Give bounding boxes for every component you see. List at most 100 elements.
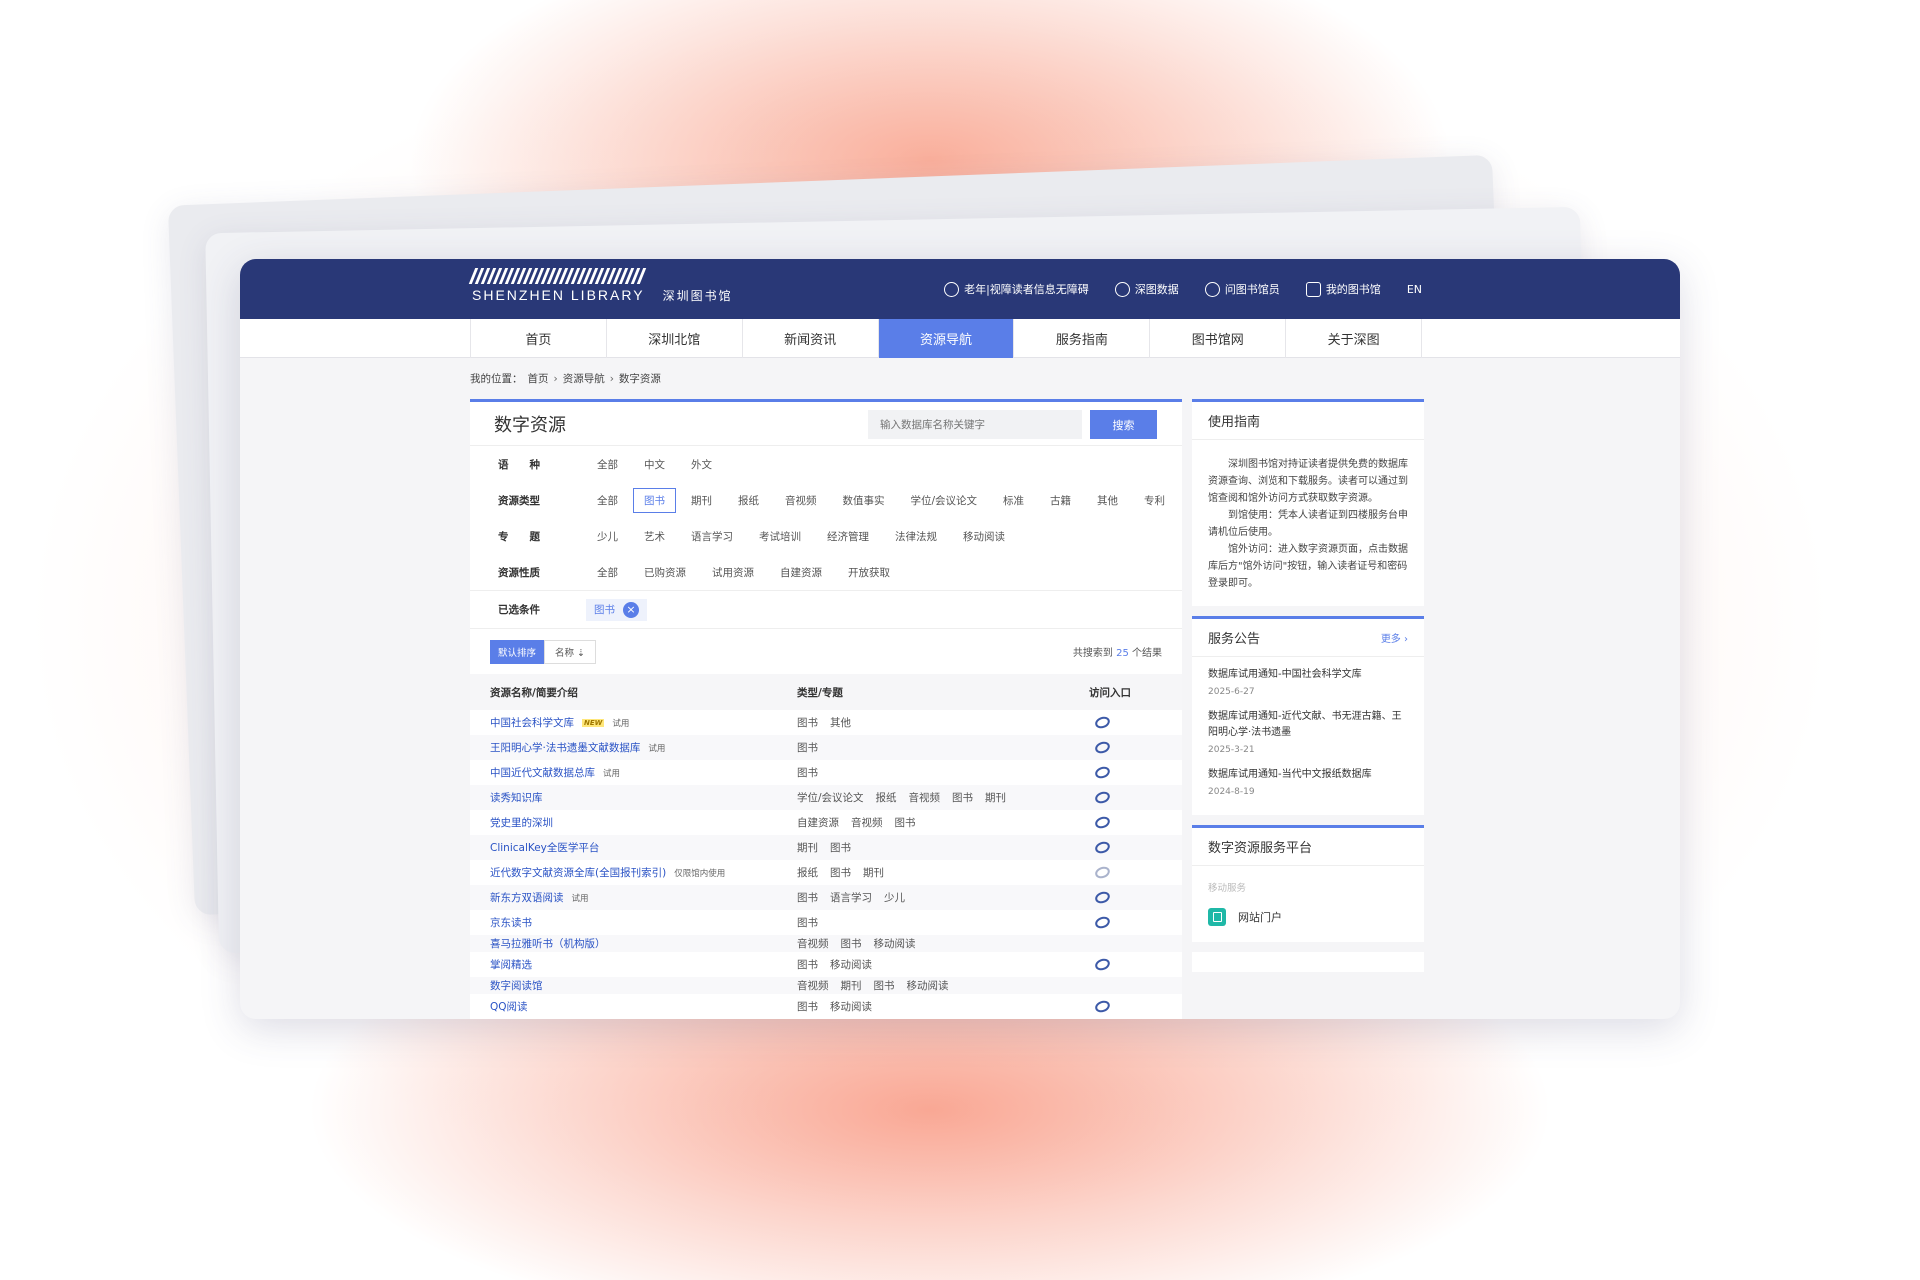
- resource-type: 音视频: [797, 938, 829, 950]
- resource-link[interactable]: ClinicalKey全医学平台: [490, 840, 599, 855]
- filter-option[interactable]: 艺术: [633, 524, 676, 549]
- notice-title: 数据库试用通知-近代文献、书无涯古籍、王阳明心学·法书遗墨: [1208, 711, 1402, 738]
- filter-option[interactable]: 试用资源: [701, 560, 765, 585]
- language-en-link[interactable]: EN: [1407, 283, 1422, 296]
- top-link-label: 我的图书馆: [1325, 283, 1381, 296]
- resource-type: 图书: [797, 959, 818, 971]
- nav-item[interactable]: 深圳北馆: [607, 319, 743, 358]
- access-cell: [1062, 864, 1182, 881]
- resource-link[interactable]: 党史里的深圳: [490, 815, 553, 830]
- guide-title: 使用指南: [1192, 402, 1424, 440]
- filter-option[interactable]: 自建资源: [769, 560, 833, 585]
- resource-link[interactable]: 中国近代文献数据总库: [490, 765, 595, 780]
- resource-types: 图书 语言学习 少儿: [797, 890, 1062, 905]
- nav-item[interactable]: 图书馆网: [1150, 319, 1287, 358]
- filter-option[interactable]: 专利: [1133, 488, 1176, 513]
- table-header: 资源名称/简要介绍 类型/专题 访问入口: [470, 674, 1182, 710]
- filter-option[interactable]: 中文: [633, 452, 676, 477]
- nav-item[interactable]: 服务指南: [1014, 319, 1151, 358]
- resource-link[interactable]: 京东读书: [490, 915, 532, 930]
- notice-item[interactable]: 数据库试用通知-当代中文报纸数据库 2024-8-19: [1208, 767, 1408, 797]
- library-logo[interactable]: SHENZHEN LIBRARY 深圳图书馆: [468, 268, 762, 308]
- access-cell: [1062, 914, 1182, 931]
- browser-access-icon[interactable]: [1093, 864, 1111, 881]
- notice-item[interactable]: 数据库试用通知-中国社会科学文库 2025-6-27: [1208, 667, 1408, 697]
- filter-option[interactable]: 其他: [1086, 488, 1129, 513]
- browser-access-icon[interactable]: [1093, 914, 1111, 931]
- library-data-link[interactable]: 深图数据: [1114, 281, 1179, 297]
- resource-type: 图书: [797, 892, 818, 904]
- filter-option[interactable]: 经济管理: [816, 524, 880, 549]
- filter-option[interactable]: 音视频: [774, 488, 828, 513]
- more-link[interactable]: 更多 ›: [1381, 630, 1408, 645]
- filter-option[interactable]: 语言学习: [680, 524, 744, 549]
- access-cell: [1062, 739, 1182, 756]
- sort-default-button[interactable]: 默认排序: [490, 639, 545, 664]
- filter-option[interactable]: 期刊: [680, 488, 723, 513]
- filter-option[interactable]: 古籍: [1039, 488, 1082, 513]
- nav-item[interactable]: 资源导航: [878, 319, 1015, 358]
- browser-access-icon[interactable]: [1093, 789, 1111, 806]
- resource-name-cell: 近代数字文献资源全库(全国报刊索引) 仅限馆内使用: [470, 865, 797, 880]
- resource-link[interactable]: 王阳明心学·法书遗墨文献数据库: [490, 740, 640, 755]
- resource-name-cell: 党史里的深圳: [470, 815, 797, 830]
- resource-link[interactable]: 近代数字文献资源全库(全国报刊索引): [490, 865, 666, 880]
- browser-access-icon[interactable]: [1093, 998, 1111, 1015]
- resource-link[interactable]: 数字阅读馆: [490, 978, 543, 993]
- search-input[interactable]: [868, 410, 1082, 439]
- resource-link[interactable]: 掌阅精选: [490, 957, 532, 972]
- ask-librarian-link[interactable]: 问图书馆员: [1204, 281, 1280, 297]
- browser-access-icon[interactable]: [1093, 814, 1111, 831]
- close-icon[interactable]: ×: [623, 601, 639, 618]
- filter-option[interactable]: 学位/会议论文: [900, 488, 989, 513]
- browser-window: SHENZHEN LIBRARY 深圳图书馆 老年|视障读者信息无障碍 深图数据 …: [240, 259, 1680, 1019]
- filter-option[interactable]: 外文: [680, 452, 723, 477]
- resource-panel: 数字资源 搜索 语 种全部中文外文资源类型全部图书期刊报纸音视频数值事实学位/会…: [470, 399, 1182, 1019]
- filter-option[interactable]: 标准: [992, 488, 1035, 513]
- logo-en: SHENZHEN LIBRARY: [472, 287, 645, 303]
- breadcrumb-resources[interactable]: 资源导航: [563, 371, 605, 386]
- filter-option[interactable]: 已购资源: [633, 560, 697, 585]
- resource-link[interactable]: 喜马拉雅听书（机构版）: [490, 936, 606, 951]
- accessibility-link[interactable]: 老年|视障读者信息无障碍: [944, 281, 1089, 297]
- my-library-link[interactable]: 我的图书馆: [1305, 281, 1381, 297]
- table-row: 读秀知识库 学位/会议论文 报纸 音视频 图书 期刊: [470, 785, 1182, 810]
- filter-option[interactable]: 少儿: [586, 524, 629, 549]
- breadcrumb-home[interactable]: 首页: [528, 371, 549, 386]
- resource-type: 音视频: [908, 792, 941, 804]
- filter-option[interactable]: 移动阅读: [952, 524, 1016, 549]
- nav-item[interactable]: 关于深图: [1286, 319, 1423, 358]
- filter-option[interactable]: 数值事实: [832, 488, 896, 513]
- filter-option[interactable]: 开放获取: [837, 560, 901, 585]
- filter-option[interactable]: 报纸: [727, 488, 770, 513]
- nav-item[interactable]: 首页: [471, 319, 607, 358]
- search-button[interactable]: 搜索: [1090, 410, 1157, 439]
- resource-link[interactable]: 读秀知识库: [490, 790, 543, 805]
- notice-item[interactable]: 数据库试用通知-近代文献、书无涯古籍、王阳明心学·法书遗墨 2025-3-21: [1208, 709, 1408, 755]
- filter-option[interactable]: 图书: [633, 487, 676, 513]
- filter-option[interactable]: 全部: [586, 452, 629, 477]
- portal-link[interactable]: 网站门户: [1208, 908, 1408, 926]
- filter-option[interactable]: 全部: [586, 560, 629, 585]
- resource-link[interactable]: 新东方双语阅读: [490, 890, 564, 905]
- resource-link[interactable]: QQ阅读: [490, 999, 528, 1014]
- browser-access-icon[interactable]: [1093, 764, 1111, 781]
- resource-link[interactable]: 中国社会科学文库: [490, 715, 574, 730]
- filter-option[interactable]: 考试培训: [748, 524, 812, 549]
- sort-name-button[interactable]: 名称 ⇣: [544, 639, 596, 664]
- filter-option[interactable]: 法律法规: [884, 524, 948, 549]
- resource-type: 期刊: [863, 867, 884, 879]
- browser-access-icon[interactable]: [1093, 956, 1111, 973]
- sort-bar: 默认排序 名称 ⇣ 共搜索到 25 个结果: [470, 628, 1182, 674]
- resource-type: 移动阅读: [906, 980, 949, 992]
- nav-item[interactable]: 新闻资讯: [743, 319, 879, 358]
- notice-title: 服务公告: [1208, 632, 1261, 647]
- browser-access-icon[interactable]: [1093, 739, 1111, 756]
- resource-tag: 试用: [612, 718, 630, 729]
- browser-access-icon[interactable]: [1093, 714, 1111, 731]
- browser-access-icon[interactable]: [1093, 889, 1111, 906]
- browser-access-icon[interactable]: [1093, 839, 1111, 856]
- logo-stripes: [468, 268, 762, 284]
- filter-option[interactable]: 全部: [586, 488, 629, 513]
- access-cell: [1062, 764, 1182, 781]
